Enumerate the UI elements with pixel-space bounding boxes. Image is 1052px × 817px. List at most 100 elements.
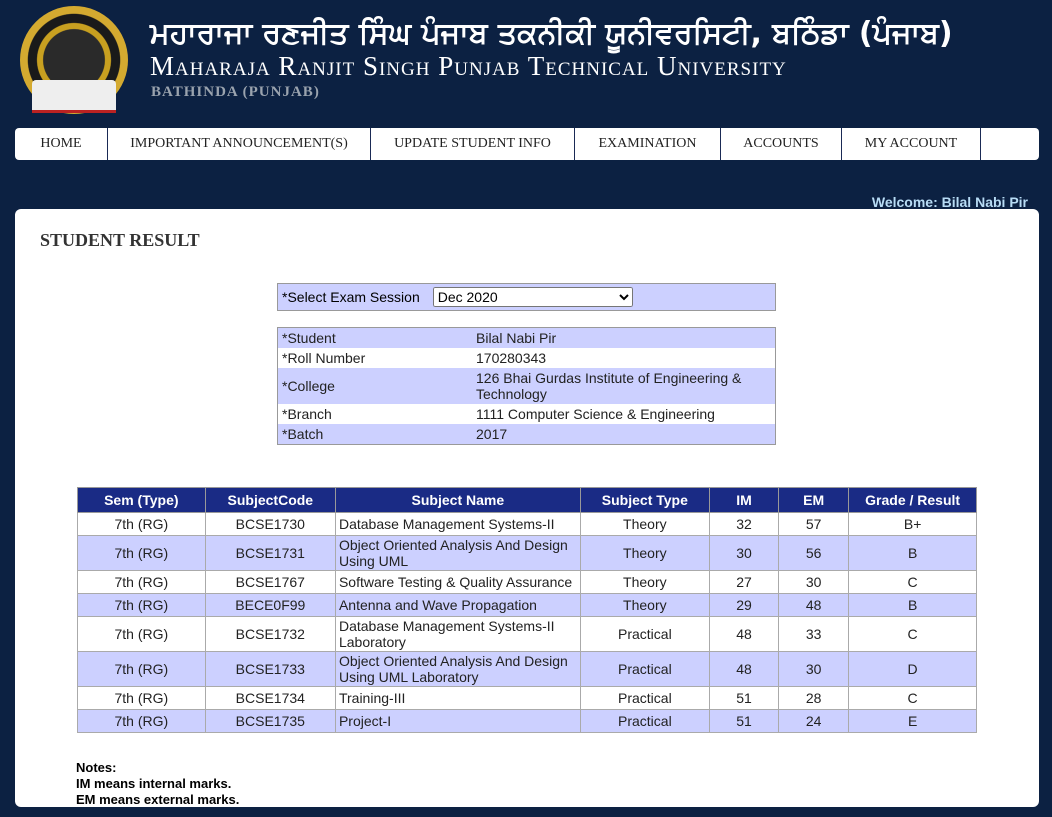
table-cell: 7th (RG) (77, 570, 206, 594)
table-row: 7th (RG) BCSE1730 Database Management Syst… (77, 512, 977, 536)
nav-update-student-info[interactable]: UPDATE STUDENT INFO (371, 128, 575, 160)
table-cell: Object Oriented Analysis And Design Usin… (334, 651, 581, 687)
notes-heading: Notes: (76, 760, 117, 775)
table-cell: Practical (579, 651, 710, 687)
table-cell: 30 (708, 535, 780, 571)
table-row: 7th (RG) BECE0F99 Antenna and Wave Propaga… (77, 593, 977, 617)
session-label: *Select Exam Session (282, 289, 420, 305)
column-header: Grade / Result (848, 487, 977, 513)
info-label: *College (282, 378, 335, 394)
table-cell: 30 (778, 651, 850, 687)
table-row: 7th (RG) BCSE1732 Database Management Syst… (77, 616, 977, 652)
info-value: 2017 (476, 426, 508, 442)
info-label: *Roll Number (282, 350, 366, 366)
main-nav: HOME IMPORTANT ANNOUNCEMENT(S) UPDATE ST… (15, 128, 1039, 160)
session-row: *Select Exam Session Dec 2020 (277, 283, 776, 311)
column-header: IM (708, 487, 780, 513)
table-cell: 7th (RG) (77, 616, 206, 652)
table-cell: C (848, 686, 977, 710)
column-header: Subject Name (334, 487, 581, 513)
column-header: Sem (Type) (77, 487, 206, 513)
table-cell: 48 (708, 616, 780, 652)
punjabi-title: ਮਹਾਰਾਜਾ ਰਣਜੀਤ ਸਿੰਘ ਪੰਜਾਬ ਤਕਨੀਕੀ ਯੂਨੀਵਰਸਿ… (150, 16, 953, 51)
info-label: *Batch (282, 426, 324, 442)
column-header: Subject Type (579, 487, 710, 513)
table-cell: Database Management Systems-II Laborator… (334, 616, 581, 652)
table-row: 7th (RG) BCSE1735 Project-I Practical 51 24 E (77, 709, 977, 733)
table-cell: Practical (579, 686, 710, 710)
table-cell: 48 (778, 593, 850, 617)
info-value: 170280343 (476, 350, 547, 366)
table-cell: Theory (579, 593, 710, 617)
nav-my-account[interactable]: MY ACCOUNT (842, 128, 981, 160)
table-cell: E (848, 709, 977, 733)
table-cell: Object Oriented Analysis And Design Usin… (334, 535, 581, 571)
table-cell: BCSE1732 (204, 616, 336, 652)
subtitle: BATHINDA (PUNJAB) (151, 84, 320, 100)
table-cell: D (848, 651, 977, 687)
page-title: STUDENT RESULT (40, 230, 200, 250)
welcome-text: Welcome: Bilal Nabi Pir (871, 194, 1028, 210)
logo-book (32, 80, 116, 113)
student-info-row: *Roll Number 170280343 (278, 348, 776, 368)
english-title: Maharaja Ranjit Singh Punjab Technical U… (150, 51, 787, 81)
table-cell: Database Management Systems-II (334, 512, 581, 536)
table-cell: 28 (778, 686, 850, 710)
table-cell: Antenna and Wave Propagation (334, 593, 581, 617)
table-cell: 7th (RG) (77, 709, 206, 733)
table-cell: Theory (579, 570, 710, 594)
table-cell: B+ (848, 512, 977, 536)
table-cell: 56 (778, 535, 850, 571)
table-cell: BCSE1735 (204, 709, 336, 733)
table-cell: 27 (708, 570, 780, 594)
table-cell: Theory (579, 512, 710, 536)
result-table: Sem (Type) SubjectCode Subject Name Subject… (77, 487, 977, 733)
note-em: EM means external marks. (76, 792, 240, 807)
table-cell: 57 (778, 512, 850, 536)
table-cell: Theory (579, 535, 710, 571)
table-row: 7th (RG) BCSE1731 Object Oriented Analysis… (77, 535, 977, 571)
table-cell: Project-I (334, 709, 581, 733)
table-cell: 30 (778, 570, 850, 594)
table-cell: C (848, 570, 977, 594)
table-row: 7th (RG) BCSE1767 Software Testing & Quali… (77, 570, 977, 594)
table-cell: 24 (778, 709, 850, 733)
table-cell: Practical (579, 709, 710, 733)
table-row: 7th (RG) BCSE1733 Object Oriented Analysis… (77, 651, 977, 687)
column-header: SubjectCode (204, 487, 336, 513)
table-cell: C (848, 616, 977, 652)
table-cell: 48 (708, 651, 780, 687)
table-cell: 7th (RG) (77, 512, 206, 536)
info-value: 1111 Computer Science & Engineering (476, 406, 715, 422)
table-cell: 33 (778, 616, 850, 652)
table-row: 7th (RG) BCSE1734 Training-III Practical 51 2… (77, 686, 977, 710)
student-info-row: *Student Bilal Nabi Pir (277, 327, 776, 348)
info-label: *Student (282, 330, 336, 346)
table-cell: 7th (RG) (77, 686, 206, 710)
table-cell: 51 (708, 686, 780, 710)
nav-home[interactable]: HOME (15, 128, 108, 160)
table-cell: BCSE1731 (204, 535, 336, 571)
note-im: IM means internal marks. (76, 776, 232, 791)
column-header: EM (778, 487, 850, 513)
info-label: *Branch (282, 406, 332, 422)
table-cell: Software Testing & Quality Assurance (334, 570, 581, 594)
table-cell: BCSE1767 (204, 570, 336, 594)
info-value: 126 Bhai Gurdas Institute of Engineering… (476, 370, 742, 402)
nav-accounts[interactable]: ACCOUNTS (721, 128, 842, 160)
table-cell: BCSE1733 (204, 651, 336, 687)
notes: Notes: IM means internal marks. EM means… (76, 760, 239, 808)
table-cell: BCSE1734 (204, 686, 336, 710)
table-cell: 29 (708, 593, 780, 617)
nav-examination[interactable]: EXAMINATION (575, 128, 721, 160)
student-info-row: *College 126 Bhai Gurdas Institute of Eng… (277, 368, 776, 404)
exam-session-select[interactable]: Dec 2020 (432, 287, 633, 307)
table-cell: 7th (RG) (77, 651, 206, 687)
nav-announcements[interactable]: IMPORTANT ANNOUNCEMENT(S) (108, 128, 371, 160)
table-cell: 32 (708, 512, 780, 536)
student-info-row: *Branch 1111 Computer Science & Engineeri… (278, 404, 776, 424)
student-info-row: *Batch 2017 (277, 424, 776, 445)
table-cell: 7th (RG) (77, 535, 206, 571)
table-cell: BCSE1730 (204, 512, 336, 536)
content-panel: STUDENT RESULT *Select Exam Session Dec … (15, 209, 1039, 807)
